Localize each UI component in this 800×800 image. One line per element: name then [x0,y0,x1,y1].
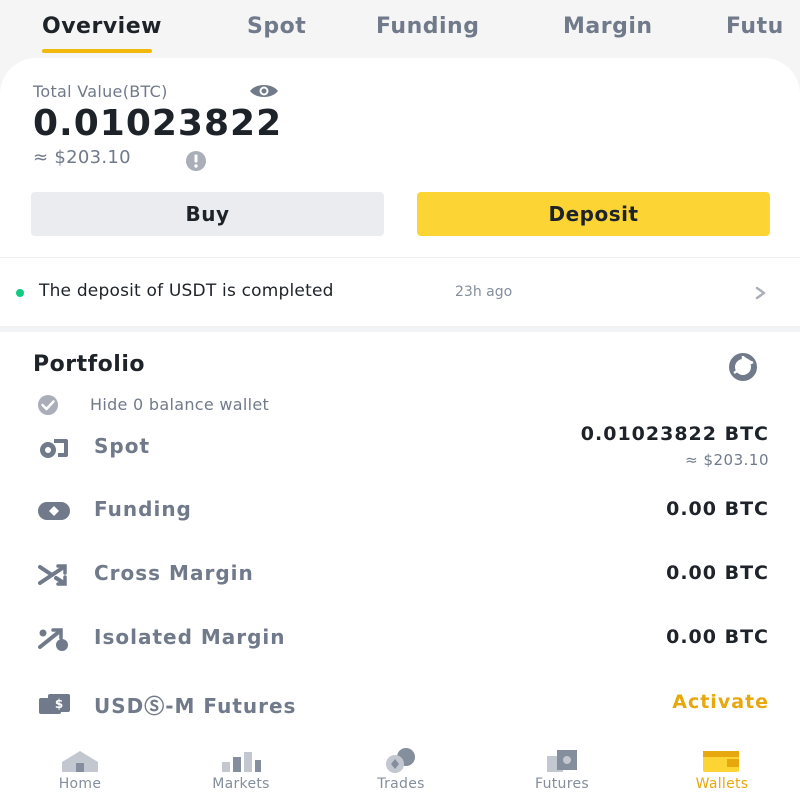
home-icon [62,751,98,772]
chevron-right-icon [755,286,766,300]
nav-home[interactable]: Home [20,736,140,800]
nav-markets[interactable]: Markets [181,736,301,800]
wallet-tabs: Overview Spot Funding Margin Futu [0,0,800,58]
activate-link[interactable]: Activate [672,691,769,713]
nav-label: Trades [377,776,425,792]
total-value-label: Total Value(BTC) [33,82,168,101]
nav-label: Markets [212,776,270,792]
wallet-name: Spot [94,434,151,458]
notice-text: The deposit of USDT is completed [39,281,334,301]
bottom-navigation: Home Markets Trades Futures Wallets [0,736,800,800]
markets-icon [222,752,261,772]
tab-spot[interactable]: Spot [247,14,306,39]
eye-icon[interactable] [248,82,280,100]
wallet-name: Cross Margin [94,561,254,585]
portfolio-title: Portfolio [33,352,145,377]
nav-label: Home [58,776,102,792]
deposit-notice[interactable]: The deposit of USDT is completed 23h ago [0,258,800,326]
nav-label: Wallets [695,776,749,792]
futures-icon [547,750,577,772]
status-dot [16,289,24,297]
wallet-fiat-value: ≈ $203.10 [685,451,769,469]
funding-wallet-icon [38,502,70,520]
active-tab-indicator [42,49,152,53]
nav-label: Futures [535,776,589,792]
wallet-value: 0.00 BTC [666,498,769,520]
wallet-row-funding[interactable]: Funding 0.00 BTC [0,482,800,538]
nav-futures[interactable]: Futures [502,736,622,800]
info-icon[interactable] [184,149,208,173]
wallet-name: Isolated Margin [94,625,286,649]
section-divider [0,326,800,332]
wallet-row-cross-margin[interactable]: Cross Margin 0.00 BTC [0,546,800,602]
nav-wallets[interactable]: Wallets [662,736,782,800]
wallet-value: 0.01023822 BTC [580,423,769,445]
wallet-row-isolated-margin[interactable]: Isolated Margin 0.00 BTC [0,611,800,667]
wallet-name: Funding [94,497,192,521]
buy-button[interactable]: Buy [31,192,384,236]
tab-margin[interactable]: Margin [563,14,653,39]
spot-wallet-icon [40,439,68,458]
nav-trades[interactable]: Trades [341,736,461,800]
tab-funding[interactable]: Funding [376,14,479,39]
isolated-margin-icon [38,628,68,651]
total-value-fiat: ≈ $203.10 [33,147,131,168]
cross-margin-icon [38,564,67,586]
svg-text:$: $ [55,697,63,711]
hide-zero-balance-label: Hide 0 balance wallet [90,395,270,414]
trades-icon [386,748,415,773]
wallet-name: USDⓈ-M Futures [94,694,297,718]
wallet-value: 0.00 BTC [666,626,769,648]
check-circle-icon [38,395,58,415]
wallet-row-usd-m-futures[interactable]: $ USDⓈ-M Futures Activate [0,675,800,731]
wallet-overview-card: Total Value(BTC) 0.01023822 ≈ $203.10 Bu… [0,58,800,800]
wallet-value: 0.00 BTC [666,562,769,584]
usd-futures-icon: $ [39,694,70,714]
total-value-btc: 0.01023822 [33,103,283,144]
tab-overview[interactable]: Overview [42,14,162,39]
pie-chart-icon[interactable] [722,353,764,381]
notice-time: 23h ago [455,284,513,300]
wallet-row-spot[interactable]: Spot 0.01023822 BTC ≈ $203.10 [0,420,800,476]
deposit-button[interactable]: Deposit [417,192,770,236]
wallets-icon [703,751,739,772]
tab-futures[interactable]: Futu [726,14,784,39]
